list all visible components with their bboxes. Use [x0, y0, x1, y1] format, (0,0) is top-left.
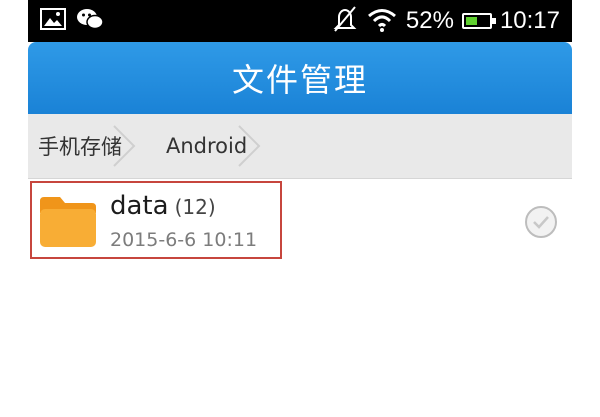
wechat-icon	[76, 7, 104, 35]
file-list: data (12) 2015-6-6 10:11	[28, 179, 572, 263]
file-name: data (12)	[110, 191, 216, 221]
list-item[interactable]: data (12) 2015-6-6 10:11	[28, 179, 572, 263]
file-name-text: data	[110, 191, 169, 221]
breadcrumb-item-phone-storage[interactable]: 手机存储	[28, 114, 144, 178]
check-circle-icon[interactable]	[524, 205, 558, 239]
breadcrumb-item-android[interactable]: Android	[144, 114, 269, 178]
clock: 10:17	[499, 7, 560, 34]
file-date: 2015-6-6 10:11	[110, 229, 258, 251]
folder-icon	[38, 191, 98, 251]
status-right: 52% 10:17	[332, 5, 572, 37]
title-bar: 文件管理	[28, 42, 572, 114]
chevron-right-icon	[238, 125, 261, 167]
battery-percent: 52%	[405, 7, 454, 34]
status-left	[28, 7, 104, 35]
battery-icon	[461, 13, 496, 29]
phone-screen: 52% 10:17 文件管理 手机存储 Android data (12) 20…	[28, 0, 572, 417]
gallery-icon	[40, 8, 66, 34]
breadcrumb: 手机存储 Android	[28, 114, 572, 179]
wifi-icon	[366, 5, 398, 37]
status-bar: 52% 10:17	[28, 0, 572, 42]
file-count: (12)	[174, 195, 216, 219]
bell-muted-icon	[332, 5, 358, 37]
battery-fill	[465, 17, 477, 25]
page-title: 文件管理	[231, 61, 368, 99]
